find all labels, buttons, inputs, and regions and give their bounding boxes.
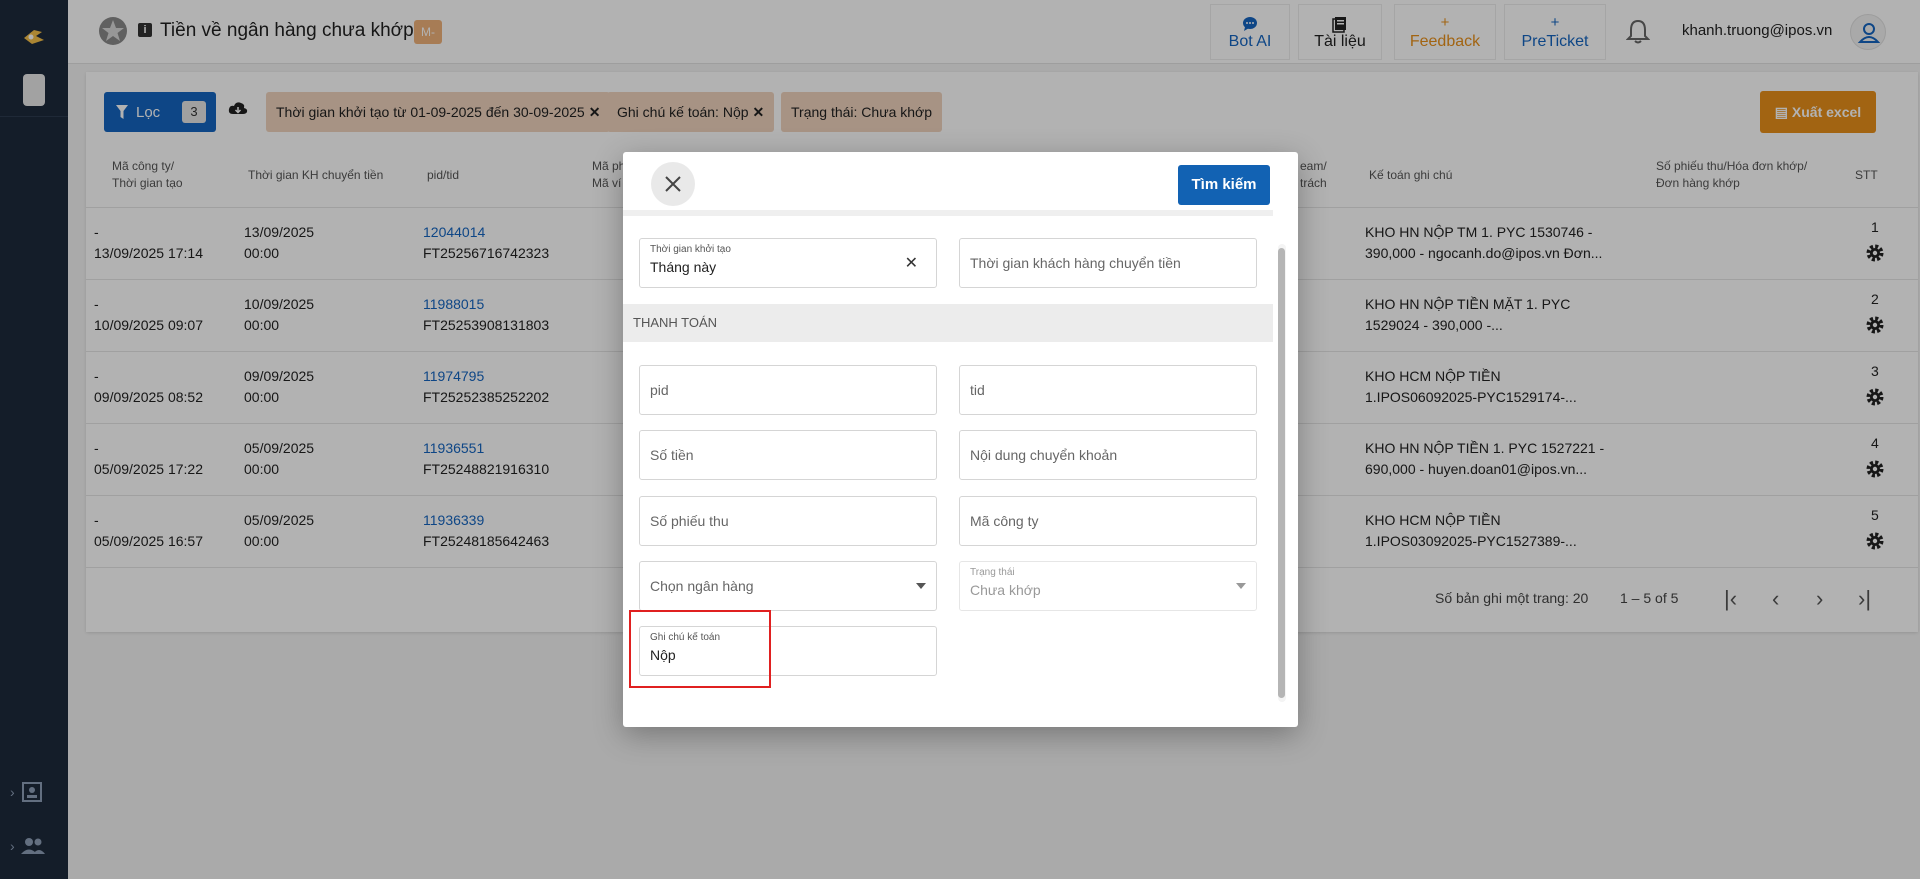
customer-transfer-time-field[interactable]: Thời gian khách hàng chuyển tiền — [959, 238, 1257, 288]
close-button[interactable] — [651, 162, 695, 206]
field-value: Tháng này — [650, 259, 717, 275]
field-placeholder: Số phiếu thu — [650, 513, 729, 529]
search-filter-dialog: Tìm kiếm Thời gian khởi tạo Tháng này ✕ … — [623, 152, 1298, 727]
highlight-box — [629, 610, 771, 688]
field-placeholder: Thời gian khách hàng chuyển tiền — [970, 255, 1181, 271]
section-header-payment: THANH TOÁN — [623, 304, 1273, 342]
dropdown-caret-icon — [1236, 583, 1246, 589]
scrollbar-thumb[interactable] — [1278, 248, 1285, 698]
field-placeholder: Chọn ngân hàng — [650, 578, 754, 594]
bank-select[interactable]: Chọn ngân hàng — [639, 561, 937, 611]
field-placeholder: tid — [970, 382, 985, 398]
receipt-number-field[interactable]: Số phiếu thu — [639, 496, 937, 546]
field-label: Trạng thái — [970, 567, 1015, 578]
field-placeholder: Nội dung chuyển khoản — [970, 447, 1118, 463]
pid-field[interactable]: pid — [639, 365, 937, 415]
search-button[interactable]: Tìm kiếm — [1178, 165, 1270, 205]
field-placeholder: Mã công ty — [970, 513, 1039, 529]
dropdown-caret-icon — [916, 583, 926, 589]
dialog-divider — [623, 210, 1273, 216]
close-icon — [665, 176, 681, 192]
field-placeholder: pid — [650, 382, 669, 398]
field-placeholder: Số tiền — [650, 447, 694, 463]
field-label: Thời gian khởi tạo — [650, 244, 731, 255]
field-value: Chưa khớp — [970, 582, 1041, 598]
created-time-select[interactable]: Thời gian khởi tạo Tháng này ✕ — [639, 238, 937, 288]
company-code-field[interactable]: Mã công ty — [959, 496, 1257, 546]
transfer-content-field[interactable]: Nội dung chuyển khoản — [959, 430, 1257, 480]
amount-field[interactable]: Số tiền — [639, 430, 937, 480]
status-select: Trạng thái Chưa khớp — [959, 561, 1257, 611]
tid-field[interactable]: tid — [959, 365, 1257, 415]
clear-icon[interactable]: ✕ — [905, 253, 918, 273]
